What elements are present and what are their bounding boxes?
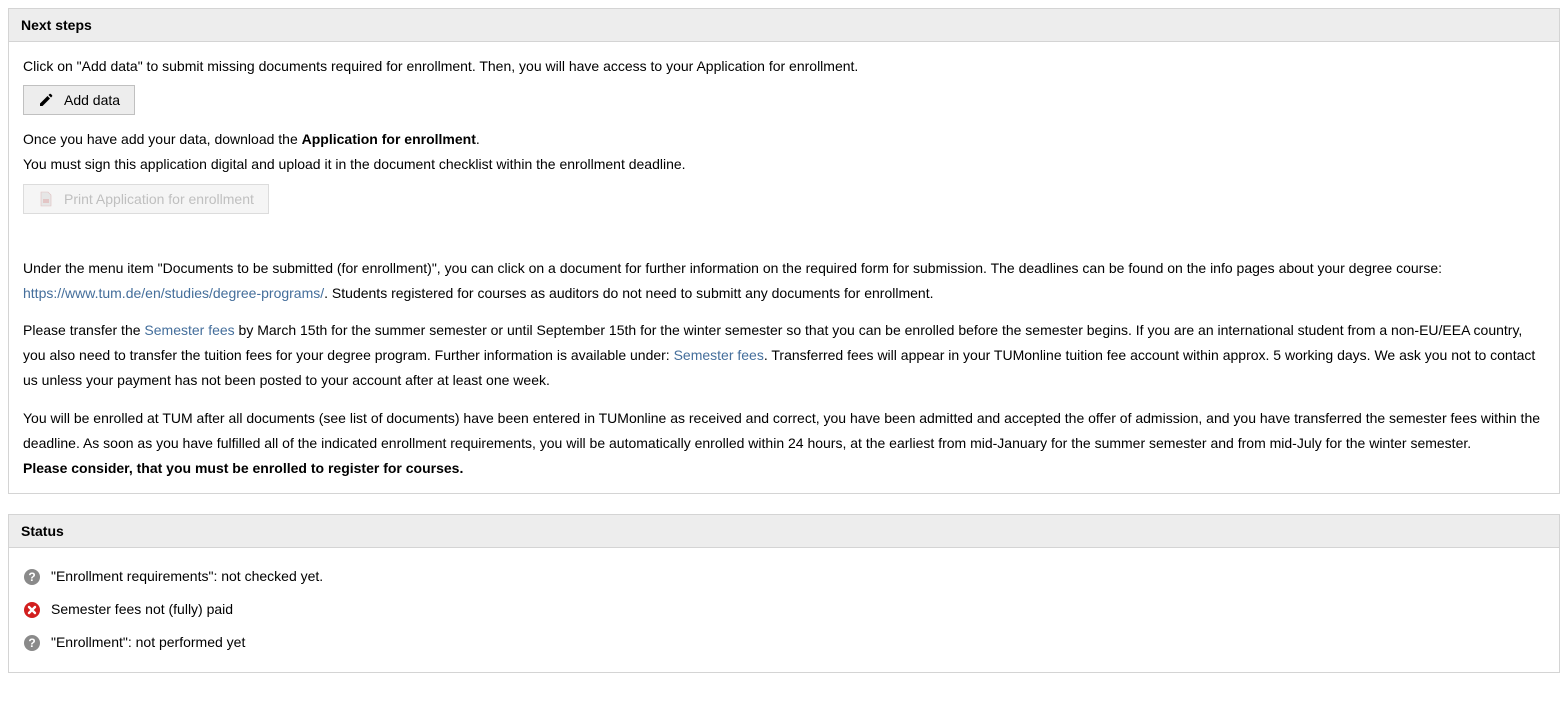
semester-fees-link-1[interactable]: Semester fees xyxy=(144,322,234,338)
add-data-button[interactable]: Add data xyxy=(23,85,135,115)
status-row: Semester fees not (fully) paid xyxy=(23,593,1545,626)
status-panel: Status ? "Enrollment requirements": not … xyxy=(8,514,1560,673)
question-icon: ? xyxy=(23,568,41,586)
svg-text:?: ? xyxy=(28,636,35,650)
print-application-button: Print Application for enrollment xyxy=(23,184,269,214)
consider-bold-text: Please consider, that you must be enroll… xyxy=(23,456,1545,481)
status-row: ? "Enrollment": not performed yet xyxy=(23,626,1545,659)
intro-text: Click on "Add data" to submit missing do… xyxy=(23,54,1545,79)
degree-programs-link[interactable]: https://www.tum.de/en/studies/degree-pro… xyxy=(23,285,324,301)
status-text: Semester fees not (fully) paid xyxy=(51,597,233,622)
status-body: ? "Enrollment requirements": not checked… xyxy=(9,548,1559,672)
add-data-label: Add data xyxy=(64,92,120,108)
status-header: Status xyxy=(9,515,1559,548)
status-text: "Enrollment requirements": not checked y… xyxy=(51,564,323,589)
next-steps-header: Next steps xyxy=(9,9,1559,42)
svg-text:?: ? xyxy=(28,570,35,584)
error-icon xyxy=(23,601,41,619)
status-row: ? "Enrollment requirements": not checked… xyxy=(23,560,1545,593)
documents-info-text: Under the menu item "Documents to be sub… xyxy=(23,256,1545,306)
pencil-icon xyxy=(38,92,54,108)
sign-upload-text: You must sign this application digital a… xyxy=(23,152,1545,177)
pdf-icon xyxy=(38,191,54,207)
enrollment-info-text: You will be enrolled at TUM after all do… xyxy=(23,406,1545,456)
semester-fees-link-2[interactable]: Semester fees xyxy=(674,347,764,363)
next-steps-panel: Next steps Click on "Add data" to submit… xyxy=(8,8,1560,494)
status-text: "Enrollment": not performed yet xyxy=(51,630,245,655)
question-icon: ? xyxy=(23,634,41,652)
semester-fees-text: Please transfer the Semester fees by Mar… xyxy=(23,318,1545,394)
after-add-text: Once you have add your data, download th… xyxy=(23,127,1545,152)
next-steps-body: Click on "Add data" to submit missing do… xyxy=(9,42,1559,493)
print-application-label: Print Application for enrollment xyxy=(64,191,254,207)
